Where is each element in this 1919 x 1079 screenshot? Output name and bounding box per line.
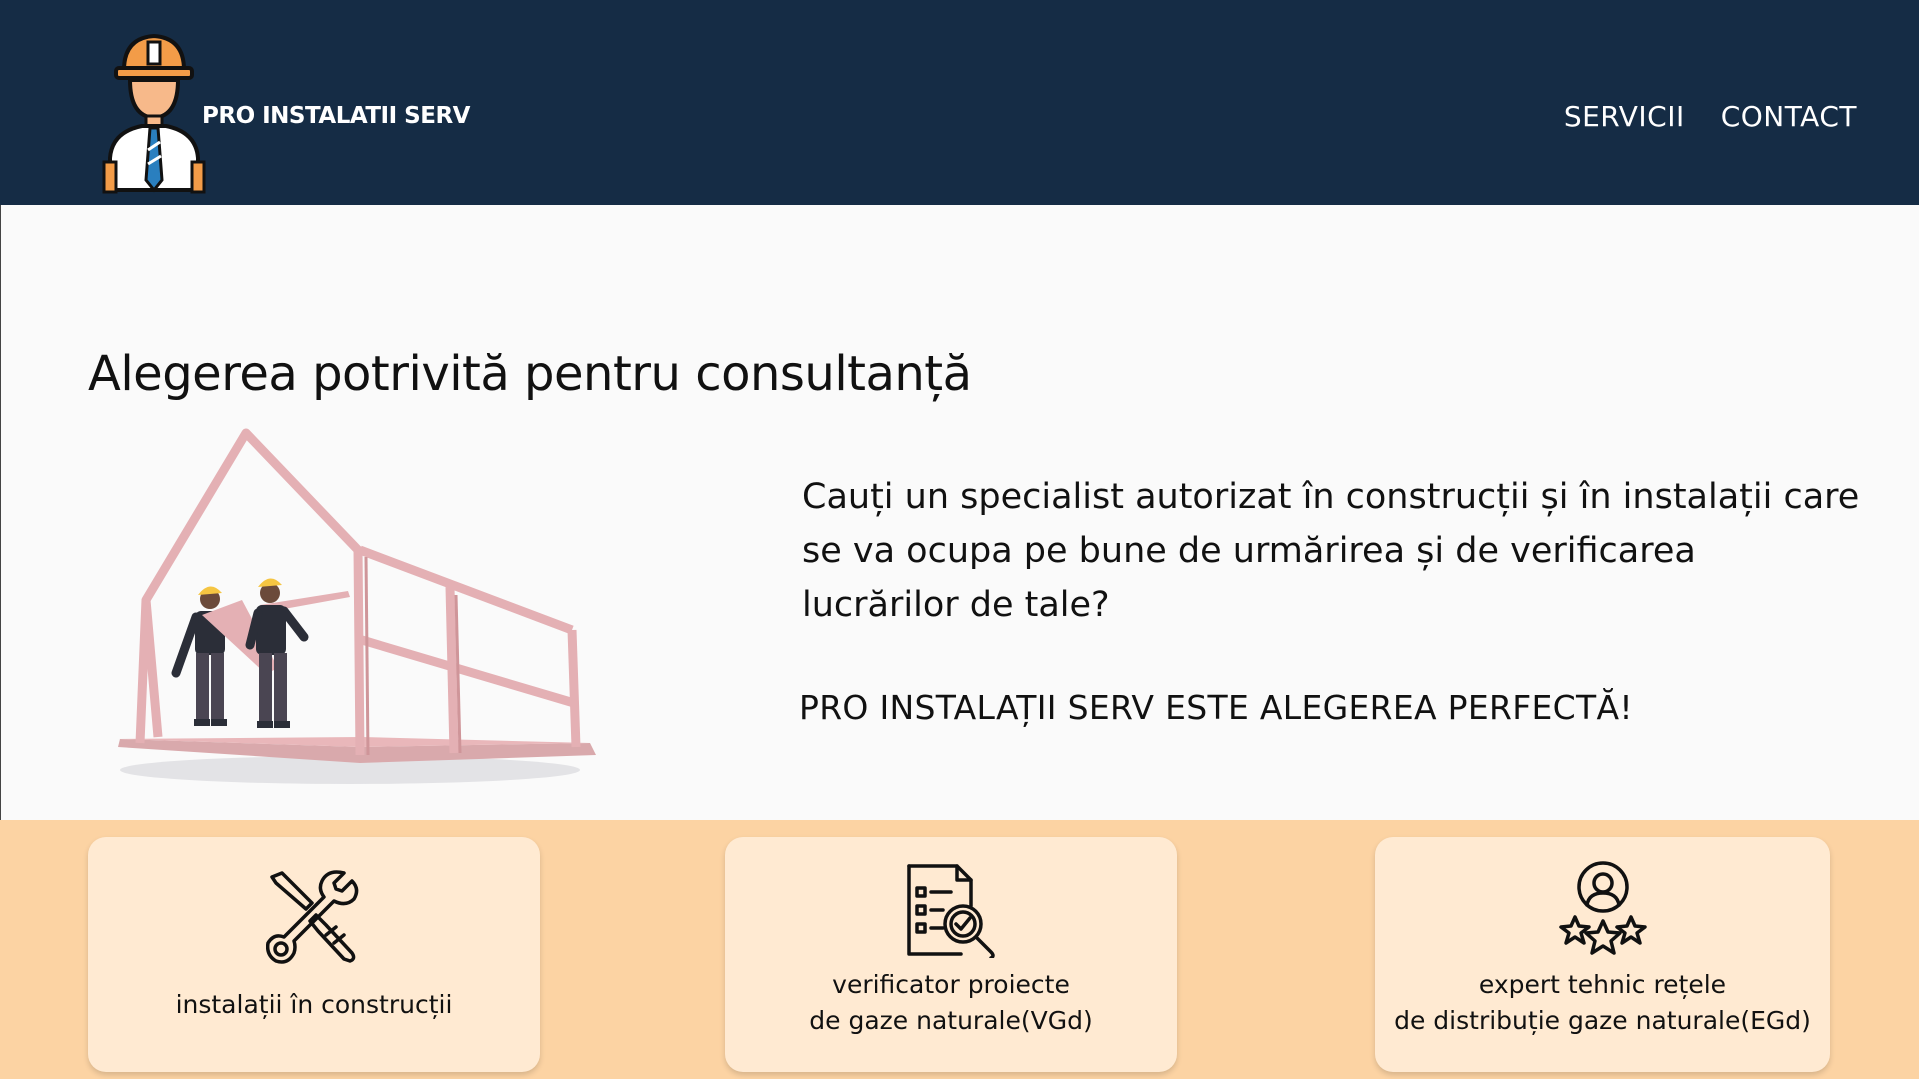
wrench-screwdriver-icon	[266, 870, 359, 964]
expert-stars-icon	[1558, 861, 1647, 955]
service-card-vgd[interactable]: verificator proiecte de gaze naturale(VG…	[725, 837, 1177, 1072]
hero-lead-text: Cauți un specialist autorizat în constru…	[802, 477, 1860, 625]
brand-name[interactable]: PRO INSTALATII SERV	[202, 103, 470, 129]
main-nav: SERVICII CONTACT	[1564, 100, 1857, 133]
service-label: verificator proiecte de gaze naturale(VG…	[809, 970, 1093, 1035]
document-search-icon	[907, 864, 995, 958]
service-label: instalații în construcții	[175, 990, 453, 1019]
workers-house-frame-illustration	[118, 428, 596, 784]
hero-tagline: PRO INSTALAȚII SERV ESTE ALEGEREA PERFEC…	[799, 688, 1633, 727]
nav-services[interactable]: SERVICII	[1564, 100, 1685, 133]
service-label: expert tehnic rețele de distribuție gaze…	[1394, 970, 1811, 1035]
service-card-installations[interactable]: instalații în construcții	[88, 837, 540, 1072]
nav-contact[interactable]: CONTACT	[1721, 100, 1857, 133]
site-header: PRO INSTALATII SERV SERVICII CONTACT	[0, 0, 1919, 205]
page-title: Alegerea potrivită pentru consultanță	[88, 346, 972, 402]
service-card-egd[interactable]: expert tehnic rețele de distribuție gaze…	[1375, 837, 1830, 1072]
